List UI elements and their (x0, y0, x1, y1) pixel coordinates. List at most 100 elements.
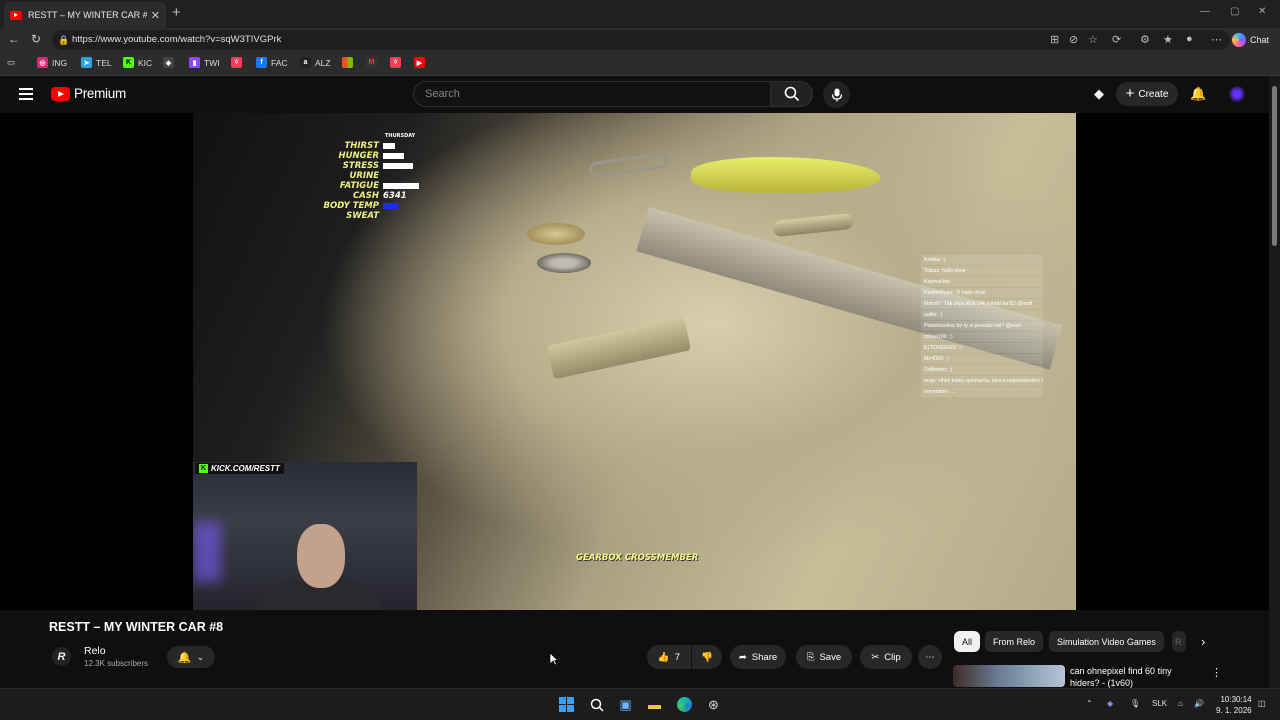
tray-microphone-icon[interactable]: 🎙 (1130, 699, 1140, 708)
more-actions-button[interactable]: ⋯ (918, 645, 942, 669)
notifications-icon[interactable]: 🔔 (1190, 86, 1206, 102)
chat-message: Keymacher (921, 277, 1043, 287)
bookmark-fac[interactable]: f FAC (256, 57, 288, 68)
channel-name[interactable]: Relo (84, 645, 106, 657)
browser-tab[interactable]: RESTT – MY WINTER CAR #8 - YouTube ✕ (4, 2, 166, 28)
like-count: 7 (674, 651, 681, 663)
scrollbar-thumb[interactable] (1272, 86, 1277, 246)
plus-icon: + (1125, 84, 1135, 102)
chip-from-relo[interactable]: From Relo (985, 631, 1044, 652)
chip-simulation-video-games[interactable]: Simulation Video Games (1049, 631, 1164, 652)
file-explorer-icon[interactable]: ▬ (646, 696, 663, 713)
tray-app-icon[interactable]: ◆ (1107, 699, 1113, 708)
hud-label: BODY TEMP (323, 201, 379, 211)
premium-gem-icon[interactable]: ◆ (1094, 86, 1104, 102)
create-button[interactable]: + Create (1116, 82, 1178, 106)
favorite-star-icon[interactable]: ☆ (1088, 33, 1098, 46)
hud-level-bar (383, 162, 413, 169)
recommendation-thumbnail[interactable] (953, 665, 1065, 687)
chevron-right-icon[interactable]: › (1201, 634, 1205, 649)
tray-overflow-icon[interactable]: ⌃ (1086, 699, 1093, 708)
app-icon[interactable]: ⊞ (1050, 33, 1059, 46)
hud-row: URINE (321, 171, 379, 181)
share-button[interactable]: ➦ Share (730, 645, 786, 669)
browser-tab-bar: RESTT – MY WINTER CAR #8 - YouTube ✕ + —… (0, 0, 1280, 28)
taskbar-search-icon[interactable] (588, 696, 605, 713)
menu-icon[interactable] (19, 88, 33, 100)
copilot-chat-button[interactable]: Chat (1232, 31, 1269, 49)
channel-avatar[interactable]: R (52, 647, 71, 666)
dislike-button[interactable]: 👎 (692, 645, 722, 669)
bookmark-airbnb-2[interactable]: ◊ (390, 57, 405, 68)
search-button[interactable] (770, 81, 813, 107)
hud-row: FATIGUE (321, 181, 419, 191)
hud-row: STRESS (321, 161, 413, 171)
extensions-icon[interactable]: ⟳ (1112, 33, 1121, 46)
bookmark-airbnb[interactable]: ◊ (231, 57, 246, 68)
hud-label: FATIGUE (339, 181, 379, 191)
system-clock[interactable]: 10:30:14 9. 1. 2026 (1216, 694, 1252, 716)
chip-all[interactable]: All (954, 631, 981, 652)
bookmark-ing[interactable]: ◎ ING (37, 57, 67, 68)
close-tab-icon[interactable]: ✕ (151, 9, 160, 22)
subscription-notification-button[interactable]: 🔔 ⌄ (167, 646, 215, 668)
network-icon[interactable]: ⌂ (1178, 699, 1183, 708)
hud-level-bar (383, 182, 419, 189)
voice-search-button[interactable] (823, 81, 850, 108)
reload-icon[interactable]: ↻ (31, 32, 41, 46)
youtube-logo[interactable]: Premium (51, 86, 126, 101)
bookmark-tel[interactable]: ➤ TEL (81, 57, 112, 68)
profile-icon[interactable]: ● (1186, 33, 1193, 45)
notification-center-icon[interactable]: ◫ (1258, 699, 1266, 708)
tracking-icon[interactable]: ⊘ (1069, 33, 1078, 46)
account-avatar[interactable] (1229, 86, 1245, 102)
car-part-yellow (688, 157, 884, 193)
start-button[interactable] (558, 696, 575, 713)
edge-icon[interactable] (676, 696, 693, 713)
gmail-icon: M (366, 57, 377, 68)
bookmark-microsoft[interactable] (342, 57, 357, 68)
bookmark-alz[interactable]: a ALZ (300, 57, 331, 68)
exhaust-manifold (588, 151, 670, 179)
page-scrollbar[interactable] (1269, 76, 1280, 688)
favorites-icon[interactable]: ★ (1163, 33, 1173, 46)
hud-row: BODY TEMP (321, 201, 398, 211)
instagram-icon: ◎ (37, 57, 48, 68)
recommendation-menu-icon[interactable]: ⋮ (1211, 666, 1222, 679)
exhaust-pipe (772, 212, 854, 238)
bookmarks-toggle-icon[interactable]: ▭ (7, 57, 15, 68)
bookmark-gmail[interactable]: M (366, 57, 381, 68)
language-indicator[interactable]: SLK (1152, 699, 1167, 708)
recommendation-title[interactable]: can ohnepixel find 60 tiny hiders? - (1v… (1070, 665, 1200, 689)
minimize-icon[interactable]: — (1200, 6, 1210, 17)
more-icon[interactable]: ⋯ (1211, 33, 1222, 46)
hud-label: URINE (349, 171, 379, 181)
video-player[interactable]: THURSDAY THIRST HUNGER STRESS URINE FATIGUE C… (0, 113, 1280, 610)
pressure-plate (537, 253, 591, 273)
chip-truncated[interactable]: R (1172, 631, 1186, 652)
chat-message: Planetavelka: bo ty si povedal mě? @rest… (921, 321, 1043, 331)
chat-message: Mir4000: :) (921, 354, 1043, 364)
save-button[interactable]: ⎘ Save (796, 645, 852, 669)
volume-icon[interactable]: 🔊 (1194, 699, 1204, 708)
close-window-icon[interactable]: ✕ (1258, 6, 1266, 17)
hud-row: THIRST (321, 141, 395, 151)
save-label: Save (819, 651, 842, 663)
new-tab-button[interactable]: + (172, 4, 181, 21)
hud-label: HUNGER (338, 151, 379, 161)
search-input[interactable]: Search (413, 81, 771, 107)
bookmark-twi[interactable]: ▮ TWI (189, 57, 220, 68)
bookmark-game[interactable]: ◈ (163, 57, 178, 68)
bookmark-kic[interactable]: K KIC (123, 57, 152, 68)
hud-day: THURSDAY (385, 133, 416, 139)
bookmark-youtube[interactable]: ▶ (414, 57, 429, 68)
store-icon[interactable]: ▣ (617, 696, 634, 713)
maximize-icon[interactable]: ▢ (1230, 6, 1239, 17)
like-button[interactable]: 👍 7 (647, 645, 691, 669)
scissors-icon: ✂ (871, 651, 880, 663)
video-frame[interactable]: THURSDAY THIRST HUNGER STRESS URINE FATIGUE C… (193, 113, 1076, 610)
split-screen-icon[interactable]: ⚙ (1140, 33, 1150, 46)
clip-button[interactable]: ✂ Clip (860, 645, 912, 669)
app-icon[interactable]: ⊛ (705, 696, 722, 713)
back-icon[interactable]: ← (8, 32, 20, 46)
